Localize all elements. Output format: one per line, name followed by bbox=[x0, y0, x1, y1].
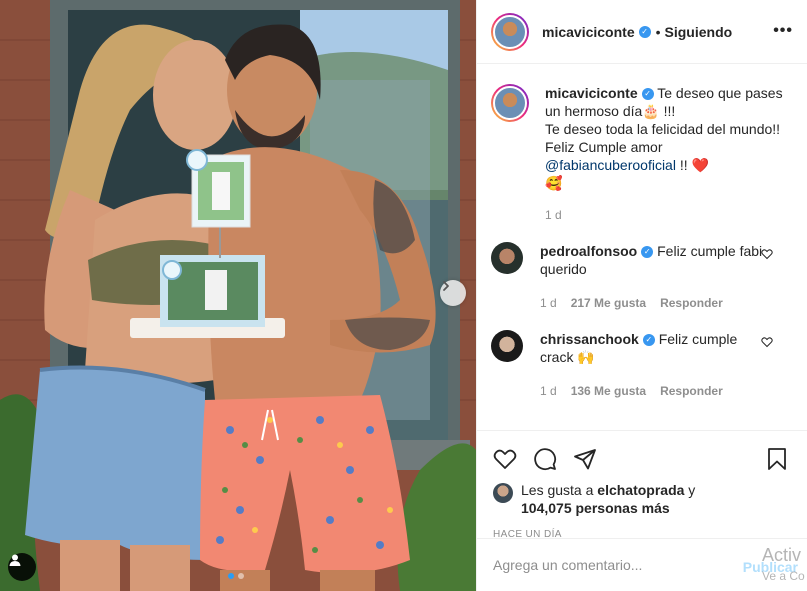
likes-count[interactable]: 104,075 personas más bbox=[521, 500, 670, 516]
comment-button[interactable] bbox=[533, 447, 557, 471]
comment-likes[interactable]: 136 Me gusta bbox=[571, 382, 646, 400]
comment-item: pedroalfonsoo ✓ Feliz cumple fabi querido… bbox=[491, 242, 793, 312]
heart-icon bbox=[493, 449, 517, 469]
carousel-indicator bbox=[228, 573, 244, 579]
heart-emoji: ❤️ bbox=[691, 157, 709, 173]
verified-badge-icon: ✓ bbox=[641, 88, 654, 101]
carousel-dot bbox=[238, 573, 244, 579]
comment-username[interactable]: chrissanchook bbox=[540, 331, 639, 347]
comment-body: chrissanchook ✓ Feliz cumple crack 🙌 1 d … bbox=[540, 330, 768, 400]
comments-list: micaviciconte ✓ Te deseo que pases un her… bbox=[477, 64, 807, 430]
user-tag-icon bbox=[9, 554, 21, 566]
like-button[interactable] bbox=[493, 447, 517, 471]
post-details-panel: micaviciconte ✓ • Siguiendo ••• micavici… bbox=[476, 0, 807, 591]
caption-time[interactable]: 1 d bbox=[545, 206, 562, 224]
author-username[interactable]: micaviciconte bbox=[542, 24, 635, 40]
comment-item: chrissanchook ✓ Feliz cumple crack 🙌 1 d … bbox=[491, 330, 793, 400]
reply-button[interactable]: Responder bbox=[660, 294, 723, 312]
carousel-next-button[interactable] bbox=[440, 280, 466, 306]
verified-badge-icon: ✓ bbox=[641, 246, 654, 259]
caption-body: micaviciconte ✓ Te deseo que pases un her… bbox=[545, 84, 785, 224]
caption-mention-end: !! bbox=[675, 157, 688, 173]
comment-body: pedroalfonsoo ✓ Feliz cumple fabi querido… bbox=[540, 242, 768, 312]
caption-line3: Feliz Cumple amor bbox=[545, 139, 663, 155]
caption-avatar[interactable] bbox=[491, 84, 529, 122]
commenter-avatar[interactable] bbox=[491, 242, 523, 274]
comment-time[interactable]: 1 d bbox=[540, 294, 557, 312]
post-photo[interactable] bbox=[0, 0, 476, 591]
verified-badge-icon: ✓ bbox=[642, 334, 655, 347]
save-button[interactable] bbox=[766, 447, 788, 476]
verified-badge-icon: ✓ bbox=[638, 25, 651, 38]
add-comment-bar: Publicar bbox=[477, 538, 807, 591]
photo-illustration bbox=[0, 0, 476, 591]
author-avatar[interactable] bbox=[491, 12, 529, 51]
liker-username[interactable]: elchatoprada bbox=[597, 482, 684, 498]
bookmark-icon bbox=[768, 448, 786, 470]
publish-button[interactable]: Publicar bbox=[743, 559, 798, 575]
smile-emoji: 🥰 bbox=[545, 175, 563, 191]
following-button[interactable]: Siguiendo bbox=[665, 24, 733, 40]
post-header: micaviciconte ✓ • Siguiendo ••• bbox=[477, 0, 807, 64]
liker-avatar[interactable] bbox=[493, 483, 513, 503]
reply-button[interactable]: Responder bbox=[660, 382, 723, 400]
post-actions: Les gusta a elchatoprada y 104,075 perso… bbox=[477, 430, 807, 540]
commenter-avatar[interactable] bbox=[491, 330, 523, 362]
action-icons bbox=[493, 439, 792, 479]
chevron-right-icon bbox=[443, 281, 449, 291]
more-options-icon[interactable]: ••• bbox=[773, 22, 793, 40]
likes-summary: Les gusta a elchatoprada y 104,075 perso… bbox=[493, 481, 792, 517]
caption-line2: Te deseo toda la felicidad del mundo!! bbox=[545, 121, 781, 137]
separator-dot: • bbox=[655, 23, 661, 40]
comment-like-heart-icon[interactable] bbox=[761, 336, 773, 348]
comment-username[interactable]: pedroalfonsoo bbox=[540, 243, 637, 259]
likes-prefix: Les gusta a bbox=[521, 482, 598, 498]
caption-line1-end: !!! bbox=[659, 103, 676, 119]
comment-input[interactable] bbox=[493, 557, 733, 573]
cake-emoji: 🎂 bbox=[642, 103, 660, 119]
comment-icon bbox=[534, 448, 557, 471]
share-button[interactable] bbox=[573, 447, 597, 471]
caption-mention-link[interactable]: @fabiancuberooficial bbox=[545, 157, 676, 173]
caption: micaviciconte ✓ Te deseo que pases un her… bbox=[491, 84, 793, 224]
caption-username[interactable]: micaviciconte bbox=[545, 85, 638, 101]
carousel-dot-active bbox=[228, 573, 234, 579]
comment-like-heart-icon[interactable] bbox=[761, 248, 773, 260]
likes-suffix: y bbox=[684, 482, 696, 498]
paper-plane-icon bbox=[574, 449, 596, 470]
comment-time[interactable]: 1 d bbox=[540, 382, 557, 400]
tagged-users-button[interactable] bbox=[8, 553, 36, 581]
comment-likes[interactable]: 217 Me gusta bbox=[571, 294, 646, 312]
